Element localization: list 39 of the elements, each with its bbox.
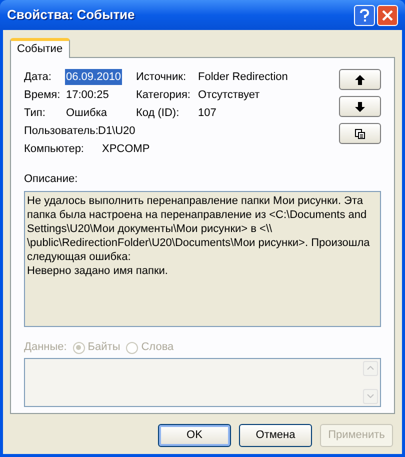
- field-value: 107: [198, 106, 216, 121]
- description-text: Неверно задано имя папки.: [27, 264, 169, 278]
- field-value: Ошибка: [65, 106, 108, 121]
- field-value[interactable]: 06.09.2010: [65, 68, 122, 86]
- description-label: Описание:: [24, 172, 79, 187]
- field-value: D1\U20: [98, 124, 136, 139]
- description-text: \public\RedirectionFolder\U20\Documents\Мои рисунки>. Произошла следующая ошибка:: [27, 236, 371, 264]
- data-label: Данные:: [24, 340, 67, 356]
- description-box[interactable]: [24, 190, 381, 326]
- close-button[interactable]: [377, 4, 398, 26]
- field-label: Время:: [24, 88, 62, 103]
- field-label: Код (ID):: [136, 106, 180, 121]
- field-value: XPCOMP: [102, 142, 150, 157]
- field-label: Дата:: [24, 70, 52, 85]
- field-label: Источник:: [136, 70, 188, 85]
- field-label: Компьютер:: [24, 142, 85, 157]
- window-title: Свойства: Событие: [7, 6, 136, 24]
- down-arrow-icon: [355, 102, 365, 112]
- up-button[interactable]: [339, 69, 381, 90]
- field-label: Тип:: [24, 106, 46, 121]
- field-label: Категория:: [136, 88, 192, 103]
- dialog-button[interactable]: OK: [158, 424, 231, 447]
- help-icon: [360, 8, 369, 22]
- copy-button[interactable]: [339, 123, 381, 144]
- close-icon: [382, 10, 393, 20]
- description-text: Не удалось выполнить перенаправление папки Мои рисунки. Эта папка была настроена на перенаправление из <C:\Documents and Settings\U20\Мои документы\Мои рисунки> в <\\: [27, 194, 368, 236]
- tab[interactable]: Событие: [10, 38, 70, 58]
- field-label: Пользователь:: [24, 124, 98, 139]
- chevron-down-icon: [367, 394, 374, 398]
- field-value: Отсутствует: [198, 88, 260, 103]
- data-box[interactable]: [24, 358, 381, 406]
- field-value: Folder Redirection: [198, 70, 288, 85]
- down-button[interactable]: [339, 96, 381, 117]
- field-value: 17:00:25: [65, 88, 110, 103]
- chevron-up-icon: [367, 366, 374, 370]
- up-arrow-icon: [355, 74, 365, 84]
- dialog-button[interactable]: Отмена: [239, 424, 312, 447]
- help-button[interactable]: [354, 4, 375, 26]
- copy-icon: [355, 128, 365, 138]
